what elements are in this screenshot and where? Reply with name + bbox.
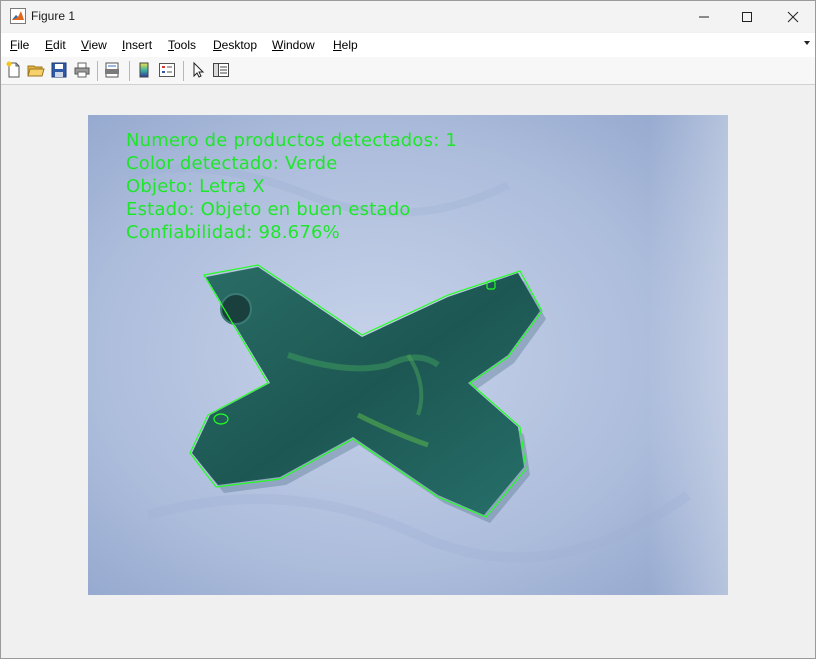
legend-icon[interactable]: [158, 61, 176, 79]
close-button[interactable]: [770, 1, 816, 32]
matlab-logo-icon: [10, 8, 26, 24]
object-type-label: Objeto: Letra X: [126, 176, 265, 197]
maximize-icon: [742, 11, 752, 22]
toolbar-separator: [129, 61, 130, 81]
new-figure-icon[interactable]: [5, 61, 23, 79]
print-icon[interactable]: [73, 61, 91, 79]
figure-toolbar: [1, 57, 815, 85]
confidence-label: Confiabilidad: 98.676%: [126, 222, 340, 243]
detected-count-label: Numero de productos detectados: 1: [126, 130, 458, 151]
toolbar-separator: [183, 61, 184, 81]
menu-desktop[interactable]: Desktop: [213, 38, 257, 52]
maximize-button[interactable]: [724, 1, 770, 32]
dock-arrow-icon[interactable]: [803, 39, 811, 47]
figure-canvas: Numero de productos detectados: 1 Color …: [1, 86, 815, 658]
object-state-label: Estado: Objeto en buen estado: [126, 199, 411, 220]
open-file-icon[interactable]: [27, 61, 45, 79]
toolbar-separator: [97, 61, 98, 81]
figure-window: Figure 1 File Edit View Insert Tools Des…: [0, 0, 816, 659]
print-preview-icon[interactable]: [103, 61, 121, 79]
save-icon[interactable]: [50, 61, 68, 79]
minimize-button[interactable]: [681, 1, 727, 32]
menu-edit[interactable]: Edit: [45, 38, 66, 52]
close-icon: [787, 11, 799, 22]
minimize-icon: [699, 16, 709, 17]
image-axes[interactable]: Numero de productos detectados: 1 Color …: [88, 115, 728, 595]
menu-view[interactable]: View: [81, 38, 107, 52]
pointer-icon[interactable]: [189, 61, 207, 79]
menu-insert[interactable]: Insert: [122, 38, 152, 52]
title-bar[interactable]: Figure 1: [1, 1, 815, 32]
menu-tools[interactable]: Tools: [168, 38, 196, 52]
property-inspector-icon[interactable]: [212, 61, 230, 79]
colorbar-icon[interactable]: [135, 61, 153, 79]
window-title: Figure 1: [31, 9, 76, 23]
menu-window[interactable]: Window: [272, 38, 315, 52]
menu-bar: File Edit View Insert Tools Desktop Wind…: [1, 33, 815, 57]
detected-color-label: Color detectado: Verde: [126, 153, 338, 174]
menu-help[interactable]: Help: [333, 38, 358, 52]
menu-file[interactable]: File: [10, 38, 29, 52]
